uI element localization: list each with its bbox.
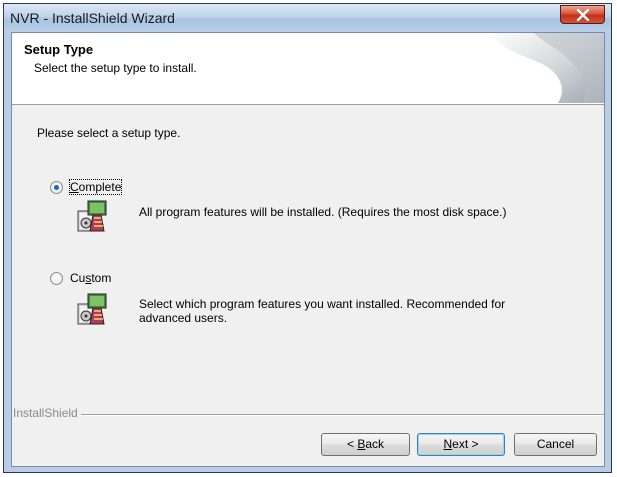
wizard-header: Setup Type Select the setup type to inst… [12,33,604,105]
complete-setup-icon [77,200,107,232]
cancel-button[interactable]: Cancel [514,433,597,456]
window-title: NVR - InstallShield Wizard [10,10,175,26]
custom-setup-icon [77,293,107,325]
complete-description: All program features will be installed. … [139,205,507,219]
option-complete[interactable]: Complete [50,179,350,196]
custom-label[interactable]: Custom [70,271,111,285]
complete-radio[interactable] [50,181,63,194]
page-curl-graphic [490,33,604,103]
setup-type-prompt: Please select a setup type. [37,126,181,140]
close-button[interactable] [560,5,605,24]
back-button[interactable]: < Back [321,433,410,456]
installshield-brand: InstallShield [13,406,78,420]
complete-label[interactable]: Complete [68,179,123,195]
custom-radio[interactable] [50,272,63,285]
title-bar[interactable]: NVR - InstallShield Wizard [4,4,611,32]
page-subtitle: Select the setup type to install. [34,61,197,75]
page-title: Setup Type [24,42,94,57]
option-custom[interactable]: Custom [50,271,350,287]
dialog-body: Setup Type Select the setup type to inst… [11,32,605,467]
next-button[interactable]: Next > [417,433,505,456]
close-icon [576,9,590,21]
custom-description: Select which program features you want i… [139,297,506,325]
footer-divider [81,414,604,416]
installer-window: NVR - InstallShield Wizard Setup Type Se… [3,3,612,473]
